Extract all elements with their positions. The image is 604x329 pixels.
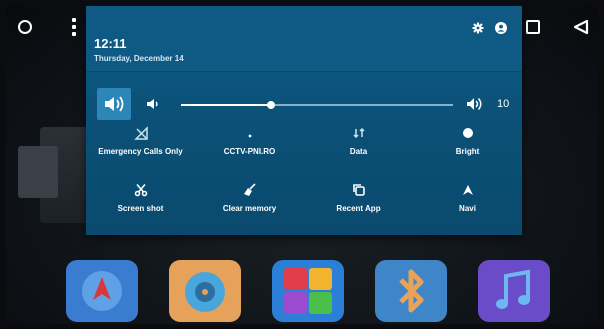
wifi-icon bbox=[248, 134, 251, 138]
scissors-icon bbox=[134, 183, 147, 197]
volume-down-icon bbox=[147, 99, 158, 109]
recent-apps-nav-icon[interactable] bbox=[526, 20, 540, 34]
volume-slider[interactable] bbox=[181, 101, 453, 109]
volume-slider-thumb[interactable] bbox=[266, 101, 275, 109]
tile-recent-app[interactable]: Recent App bbox=[304, 183, 413, 214]
tile-brightness[interactable]: Bright bbox=[413, 126, 522, 157]
tile-screenshot[interactable]: Screen shot bbox=[86, 183, 195, 214]
date: Thursday, December 14 bbox=[94, 54, 184, 63]
bluetooth-app-icon[interactable] bbox=[375, 260, 447, 322]
tile-label: CCTV-PNI.RO bbox=[223, 147, 276, 156]
app-dock bbox=[6, 242, 598, 324]
tile-label: Clear memory bbox=[222, 204, 277, 213]
menu-icon[interactable] bbox=[72, 18, 76, 36]
back-icon[interactable] bbox=[573, 19, 589, 35]
tile-clear-memory[interactable]: Clear memory bbox=[195, 183, 304, 214]
tile-data[interactable]: Data bbox=[304, 126, 413, 157]
settings-gear-icon[interactable] bbox=[472, 22, 484, 34]
volume-up-icon bbox=[467, 98, 482, 110]
home-widget-image bbox=[18, 146, 58, 198]
speaker-icon bbox=[105, 96, 124, 112]
tile-label: Recent App bbox=[336, 204, 381, 213]
volume-row: 10 bbox=[86, 86, 522, 122]
tile-wifi[interactable]: CCTV-PNI.RO bbox=[195, 126, 304, 157]
volume-slider-fill bbox=[181, 104, 271, 106]
apps-grid-app-icon[interactable] bbox=[272, 260, 344, 322]
navigation-icon bbox=[462, 185, 473, 195]
brightness-icon bbox=[462, 128, 473, 138]
data-icon bbox=[352, 127, 365, 139]
user-icon[interactable] bbox=[495, 22, 507, 34]
music-note-app-icon[interactable] bbox=[478, 260, 550, 322]
tile-label: Data bbox=[349, 147, 368, 156]
notification-shade: 12:11 Thursday, December 14 10 Emergency… bbox=[86, 6, 522, 235]
tile-label: Screen shot bbox=[117, 204, 164, 213]
volume-value: 10 bbox=[497, 98, 510, 110]
clock: 12:11 bbox=[94, 36, 127, 51]
recent-apps-icon bbox=[352, 184, 365, 196]
broom-icon bbox=[243, 183, 256, 196]
tile-label: Emergency Calls Only bbox=[98, 147, 183, 156]
music-disc-app-icon[interactable] bbox=[169, 260, 241, 322]
home-icon[interactable] bbox=[18, 20, 32, 34]
tile-label: Bright bbox=[455, 147, 480, 156]
screen: 12:11 Thursday, December 14 10 Emergency… bbox=[6, 6, 598, 324]
navigation-app-icon[interactable] bbox=[66, 260, 138, 322]
tile-emergency-calls[interactable]: Emergency Calls Only bbox=[86, 126, 195, 157]
tile-navi[interactable]: Navi bbox=[413, 183, 522, 214]
volume-mode-button[interactable] bbox=[97, 88, 131, 120]
shade-header: 12:11 Thursday, December 14 bbox=[86, 6, 522, 72]
tile-label: Navi bbox=[459, 204, 476, 213]
no-signal-icon bbox=[133, 126, 148, 140]
